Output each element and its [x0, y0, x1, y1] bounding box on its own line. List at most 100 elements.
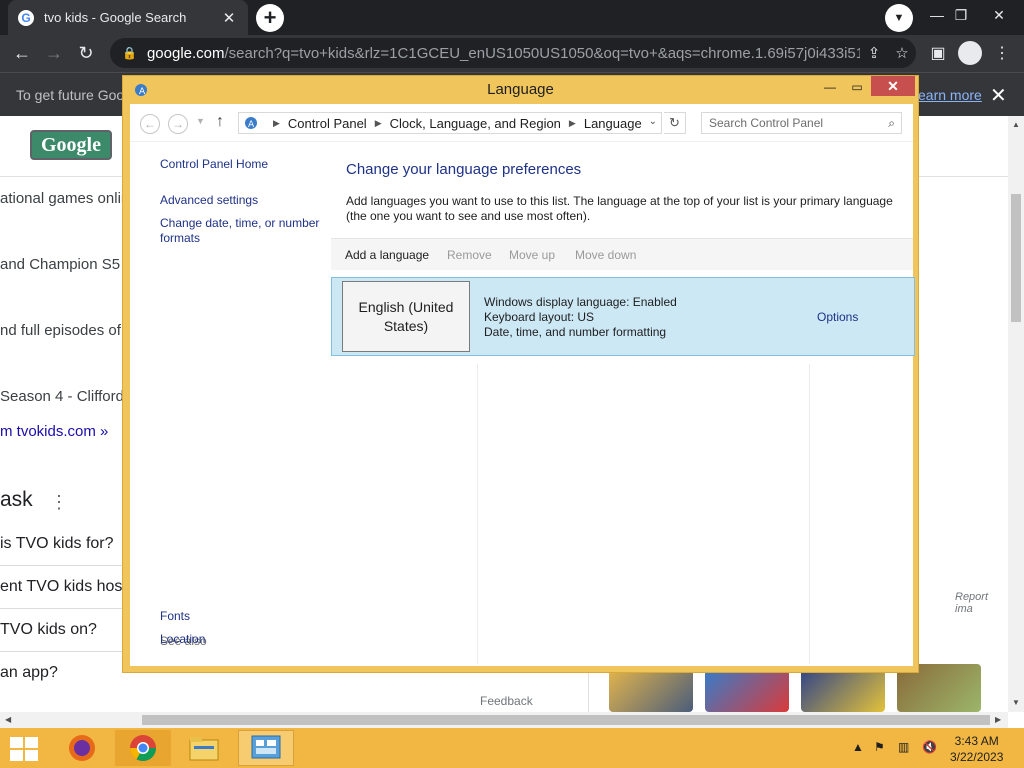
scroll-left-arrow-icon[interactable]: ◀ — [5, 715, 11, 724]
change-date-formats-link[interactable]: Change date, time, or number formats — [160, 216, 330, 246]
infobar-close-icon[interactable]: ✕ — [990, 83, 1007, 108]
control-panel-icon: A — [245, 117, 257, 130]
refresh-icon[interactable]: ↻ — [664, 112, 686, 134]
fonts-link[interactable]: Fonts — [160, 609, 190, 623]
minimize-icon[interactable]: — — [817, 77, 843, 97]
recent-locations-icon[interactable]: ▼ — [196, 116, 205, 126]
address-bar[interactable]: 🔒 google.com/search?q=tvo+kids&rlz=1C1GC… — [110, 38, 916, 68]
back-icon[interactable]: ← — [8, 39, 36, 67]
search-icon[interactable]: ⌕ — [888, 113, 895, 133]
browser-tab[interactable]: G tvo kids - Google Search ✕ — [8, 0, 248, 35]
page-description: Add languages you want to use to this li… — [346, 194, 893, 223]
page-title: Change your language preferences — [346, 161, 582, 178]
feedback-link[interactable]: Feedback — [480, 694, 533, 708]
forward-arrow-icon[interactable]: → — [168, 114, 188, 134]
add-language-button[interactable]: Add a language — [345, 239, 429, 271]
scroll-down-arrow-icon[interactable]: ▼ — [1012, 698, 1020, 707]
explorer-address-bar: ← → ▼ ↑ A ▶ Control Panel ▶ Clock, Langu… — [130, 104, 913, 142]
command-bar: Add a language Remove Move up Move down — [331, 238, 913, 270]
control-panel-home-link[interactable]: Control Panel Home — [160, 157, 268, 171]
people-also-ask-item[interactable]: an app? — [0, 664, 122, 682]
people-also-ask-item[interactable]: is TVO kids for? — [0, 535, 122, 553]
file-explorer-icon[interactable] — [176, 730, 232, 766]
firefox-icon[interactable] — [54, 730, 110, 766]
taskbar-clock[interactable]: 3:43 AM 3/22/2023 — [950, 733, 1003, 765]
chevron-down-icon[interactable]: ⌄ — [649, 116, 657, 127]
url-text: google.com/search?q=tvo+kids&rlz=1C1GCEU… — [146, 44, 860, 62]
breadcrumb-separator-icon[interactable]: ▶ — [375, 118, 382, 129]
column-divider — [809, 364, 810, 664]
options-link[interactable]: Options — [817, 310, 858, 324]
show-hidden-icons-icon[interactable]: ▲ — [852, 740, 864, 754]
restore-icon[interactable]: ❐ — [946, 0, 976, 30]
scroll-up-arrow-icon[interactable]: ▲ — [1012, 120, 1020, 129]
action-center-flag-icon[interactable]: ⚑ — [874, 740, 885, 754]
window-client-area: ← → ▼ ↑ A ▶ Control Panel ▶ Clock, Langu… — [130, 104, 915, 666]
language-details: Windows display language: Enabled Keyboa… — [484, 295, 677, 340]
remove-button[interactable]: Remove — [447, 239, 492, 271]
language-name-tile[interactable]: English (United States) — [342, 281, 470, 352]
people-also-ask-item[interactable]: TVO kids on? — [0, 621, 122, 639]
breadcrumb-separator-icon: ▶ — [273, 117, 280, 128]
new-tab-button[interactable]: + — [256, 4, 284, 32]
keyboard-layout: Keyboard layout: US — [484, 310, 595, 324]
menu-kebab-icon[interactable]: ⋮ — [988, 39, 1016, 67]
up-arrow-icon[interactable]: ↑ — [216, 113, 224, 131]
language-window: A Language — ▭ ✕ ← → ▼ ↑ A ▶ Control Pan… — [122, 75, 919, 673]
window-close-icon[interactable]: ✕ — [984, 0, 1014, 30]
clock-date: 3/22/2023 — [950, 750, 1004, 764]
svg-text:A: A — [248, 120, 255, 130]
result-snippet: nd full episodes of al — [0, 322, 137, 339]
browser-tab-strip: G tvo kids - Google Search ✕ + ▼ — ❐ ✕ — [0, 0, 1024, 35]
breadcrumb-separator-icon[interactable]: ▶ — [569, 118, 576, 129]
breadcrumb-item[interactable]: Control Panel — [288, 116, 367, 131]
location-link[interactable]: Location — [160, 632, 205, 646]
bookmark-star-icon[interactable]: ☆ — [888, 44, 916, 62]
tab-search-chevron-icon[interactable]: ▼ — [885, 4, 913, 32]
profile-avatar[interactable] — [958, 41, 982, 65]
scrollbar-thumb[interactable] — [142, 715, 990, 725]
more-options-icon[interactable]: ⋮ — [50, 492, 68, 513]
chrome-icon[interactable] — [115, 730, 171, 766]
share-icon[interactable]: ⇪ — [860, 44, 888, 62]
divider — [0, 651, 122, 652]
lock-icon: 🔒 — [122, 46, 137, 60]
formatting-info: Date, time, and number formatting — [484, 325, 667, 339]
breadcrumb-item[interactable]: Clock, Language, and Region — [390, 116, 561, 131]
window-close-button[interactable]: ✕ — [871, 76, 915, 96]
windows-start-icon[interactable] — [10, 737, 38, 761]
tab-close-icon[interactable]: ✕ — [220, 9, 238, 27]
page-horizontal-scrollbar[interactable]: ◀ ▶ — [0, 712, 1008, 728]
maximize-icon[interactable]: ▭ — [844, 77, 870, 97]
move-up-button[interactable]: Move up — [509, 239, 555, 271]
advanced-settings-link[interactable]: Advanced settings — [160, 193, 258, 207]
result-snippet: Season 4 - Clifford - — [0, 388, 134, 405]
scrollbar-thumb[interactable] — [1011, 194, 1021, 322]
language-list-item[interactable]: English (United States) Windows display … — [331, 277, 915, 356]
network-icon[interactable]: ▥ — [898, 740, 909, 754]
more-results-link[interactable]: m tvokids.com » — [0, 423, 108, 440]
breadcrumb-item[interactable]: Language — [584, 116, 642, 131]
column-divider — [477, 364, 478, 664]
move-down-button[interactable]: Move down — [575, 239, 636, 271]
control-panel-taskbar-icon[interactable] — [238, 730, 294, 766]
reload-icon[interactable]: ↻ — [72, 39, 100, 67]
divider — [0, 565, 122, 566]
forward-icon[interactable]: → — [40, 39, 68, 67]
breadcrumb[interactable]: A ▶ Control Panel ▶ Clock, Language, and… — [238, 112, 662, 134]
google-doodle-logo[interactable]: Google — [30, 130, 112, 160]
volume-muted-icon[interactable]: 🔇 — [922, 740, 937, 754]
infobar-message: To get future Goog — [16, 87, 132, 103]
scroll-right-arrow-icon[interactable]: ▶ — [995, 715, 1001, 724]
taskbar: ▲ ⚑ ▥ 🔇 3:43 AM 3/22/2023 — [0, 728, 1024, 768]
report-images-link[interactable]: Report ima — [955, 591, 1008, 615]
side-panel-icon[interactable]: ▣ — [924, 39, 952, 67]
people-also-ask-heading: ask — [0, 488, 33, 511]
back-arrow-icon[interactable]: ← — [140, 114, 160, 134]
divider — [0, 608, 122, 609]
page-vertical-scrollbar[interactable]: ▲ ▼ — [1008, 116, 1024, 712]
people-also-ask-item[interactable]: ent TVO kids hos — [0, 578, 122, 596]
google-favicon-icon: G — [18, 9, 34, 26]
search-control-panel-input[interactable]: Search Control Panel ⌕ — [701, 112, 902, 134]
infobar-learn-more-link[interactable]: earn more — [918, 87, 982, 103]
